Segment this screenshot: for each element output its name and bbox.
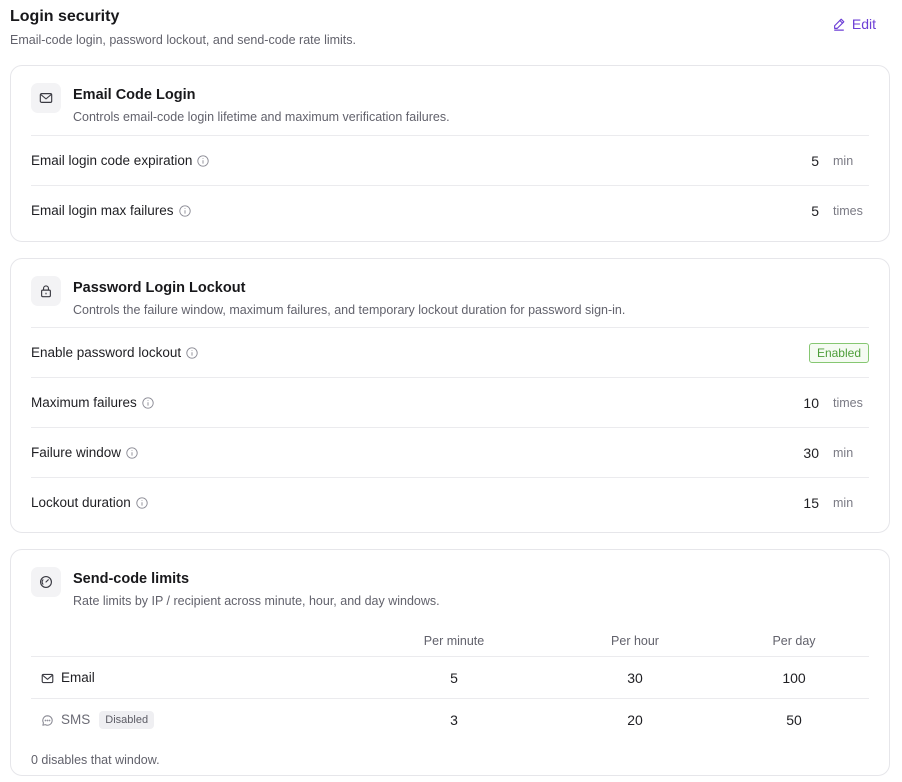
setting-row-lockout-duration: Lockout duration 15 min	[31, 478, 869, 528]
mail-icon	[31, 83, 61, 113]
setting-label: Failure window	[31, 445, 122, 460]
channel-label: SMS	[61, 712, 91, 727]
edit-button-label: Edit	[851, 16, 876, 32]
password-lockout-description: Controls the failure window, maximum fai…	[73, 303, 626, 317]
info-icon[interactable]	[186, 347, 198, 359]
setting-value: 10	[803, 395, 819, 411]
setting-label: Maximum failures	[31, 395, 137, 410]
channel-label: Email	[61, 670, 95, 685]
lock-icon	[31, 276, 61, 306]
setting-row-code-expiration: Email login code expiration 5 min	[31, 136, 869, 186]
pencil-icon	[833, 18, 845, 31]
info-icon[interactable]	[178, 205, 191, 217]
column-header-per-minute: Per minute	[423, 634, 485, 648]
email-code-login-title: Email Code Login	[73, 87, 196, 103]
limit-value-per-hour: 30	[627, 670, 643, 686]
setting-value: 5	[811, 203, 819, 219]
setting-label: Email login code expiration	[31, 153, 193, 168]
limits-row-sms: SMS Disabled 3 20 50	[31, 699, 869, 741]
email-code-login-description: Controls email-code login lifetime and m…	[73, 110, 450, 124]
info-icon[interactable]	[197, 155, 209, 167]
password-lockout-title: Password Login Lockout	[73, 280, 246, 296]
password-lockout-header: Password Login Lockout Controls the fail…	[31, 276, 869, 330]
setting-unit: times	[833, 204, 863, 218]
password-lockout-card: Password Login Lockout Controls the fail…	[10, 258, 890, 533]
setting-unit: min	[833, 154, 854, 168]
gauge-icon	[31, 567, 61, 597]
setting-unit: times	[833, 396, 863, 410]
limit-value-per-day: 50	[786, 712, 802, 728]
setting-label: Enable password lockout	[31, 345, 182, 360]
page-header: Login security Email-code login, passwor…	[10, 8, 890, 52]
limits-table-header: Per minute Per hour Per day	[31, 630, 869, 656]
info-icon[interactable]	[136, 497, 148, 509]
send-code-limits-card: Send-code limits Rate limits by IP / rec…	[10, 549, 890, 776]
page-title: Login security	[10, 8, 120, 25]
column-header-per-hour: Per hour	[611, 634, 659, 648]
setting-row-maximum-failures: Maximum failures 10 times	[31, 378, 869, 428]
message-icon	[42, 714, 53, 726]
email-code-login-header: Email Code Login Controls email-code log…	[31, 83, 869, 137]
email-code-login-card: Email Code Login Controls email-code log…	[10, 65, 890, 242]
edit-button[interactable]: Edit	[832, 15, 876, 33]
setting-unit: min	[833, 496, 854, 510]
page-subtitle: Email-code login, password lockout, and …	[10, 33, 357, 47]
mail-icon	[41, 673, 54, 683]
send-code-limits-title: Send-code limits	[73, 571, 190, 587]
limit-value-per-minute: 5	[450, 670, 458, 686]
status-badge-disabled: Disabled	[99, 711, 155, 729]
limits-footnote: 0 disables that window.	[31, 753, 160, 767]
setting-label: Lockout duration	[31, 495, 131, 510]
send-code-limits-header: Send-code limits Rate limits by IP / rec…	[31, 567, 869, 621]
setting-value: 5	[811, 153, 819, 169]
limit-value-per-minute: 3	[450, 712, 458, 728]
setting-value: 30	[803, 445, 819, 461]
status-badge-enabled: Enabled	[808, 343, 869, 363]
setting-value: 15	[803, 495, 819, 511]
info-icon[interactable]	[142, 397, 154, 409]
send-code-limits-description: Rate limits by IP / recipient across min…	[73, 594, 440, 608]
limit-value-per-day: 100	[782, 670, 806, 686]
setting-unit: min	[833, 446, 854, 460]
setting-label: Email login max failures	[31, 203, 174, 218]
limits-row-email: Email 5 30 100	[31, 657, 869, 699]
setting-row-failure-window: Failure window 30 min	[31, 428, 869, 478]
info-icon[interactable]	[126, 447, 138, 459]
setting-row-enable-lockout: Enable password lockout Enabled	[31, 328, 869, 378]
limit-value-per-hour: 20	[627, 712, 643, 728]
column-header-per-day: Per day	[772, 634, 816, 648]
setting-row-max-failures: Email login max failures 5 times	[31, 186, 869, 236]
